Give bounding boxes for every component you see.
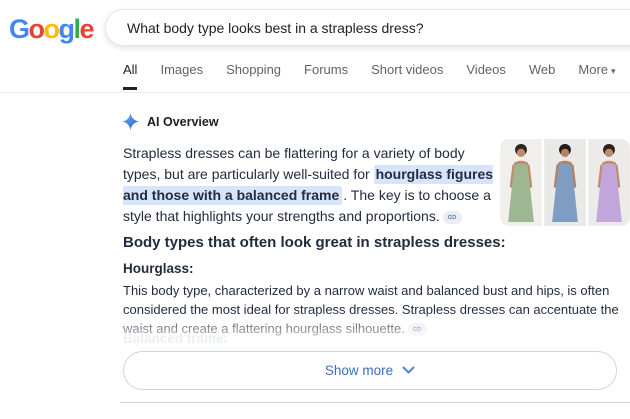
show-more-button[interactable]: Show more: [123, 351, 617, 390]
tab-web[interactable]: Web: [529, 62, 556, 87]
tab-all[interactable]: All: [123, 62, 137, 90]
google-logo[interactable]: Google: [9, 14, 93, 44]
ai-overview-paragraph: Strapless dresses can be flattering for …: [123, 143, 503, 227]
ai-overview-label: AI Overview: [147, 115, 219, 129]
results-divider: [120, 402, 630, 403]
hourglass-body-text: This body type, characterized by a narro…: [123, 281, 623, 338]
chevron-down-icon: [402, 366, 415, 375]
faded-next-heading: Balanced frame:: [123, 331, 228, 346]
ai-overview-image-strip: [500, 139, 630, 226]
tab-short-videos[interactable]: Short videos: [371, 62, 443, 87]
ai-sparkle-icon: [122, 113, 139, 130]
chevron-down-icon: ▾: [611, 66, 616, 76]
tab-shopping[interactable]: Shopping: [226, 62, 281, 87]
tab-forums[interactable]: Forums: [304, 62, 348, 87]
search-input[interactable]: What body type looks best in a strapless…: [105, 9, 630, 46]
dress-image-green[interactable]: [500, 139, 542, 226]
show-more-label: Show more: [325, 363, 393, 378]
tab-more[interactable]: More▾: [578, 62, 615, 87]
search-query-text: What body type looks best in a strapless…: [127, 20, 423, 36]
result-type-tabs: All Images Shopping Forums Short videos …: [123, 62, 616, 90]
tab-images[interactable]: Images: [160, 62, 203, 87]
hourglass-heading: Hourglass:: [123, 261, 194, 276]
section-heading: Body types that often look great in stra…: [123, 234, 506, 251]
ai-overview-header: AI Overview: [122, 113, 219, 130]
tabs-divider: [0, 92, 630, 93]
source-link-icon[interactable]: [443, 211, 462, 224]
dress-image-lilac[interactable]: [588, 139, 630, 226]
dress-image-blue[interactable]: [544, 139, 586, 226]
google-search-page: Google What body type looks best in a st…: [0, 0, 630, 419]
source-link-icon[interactable]: [408, 323, 427, 336]
tab-videos[interactable]: Videos: [466, 62, 506, 87]
